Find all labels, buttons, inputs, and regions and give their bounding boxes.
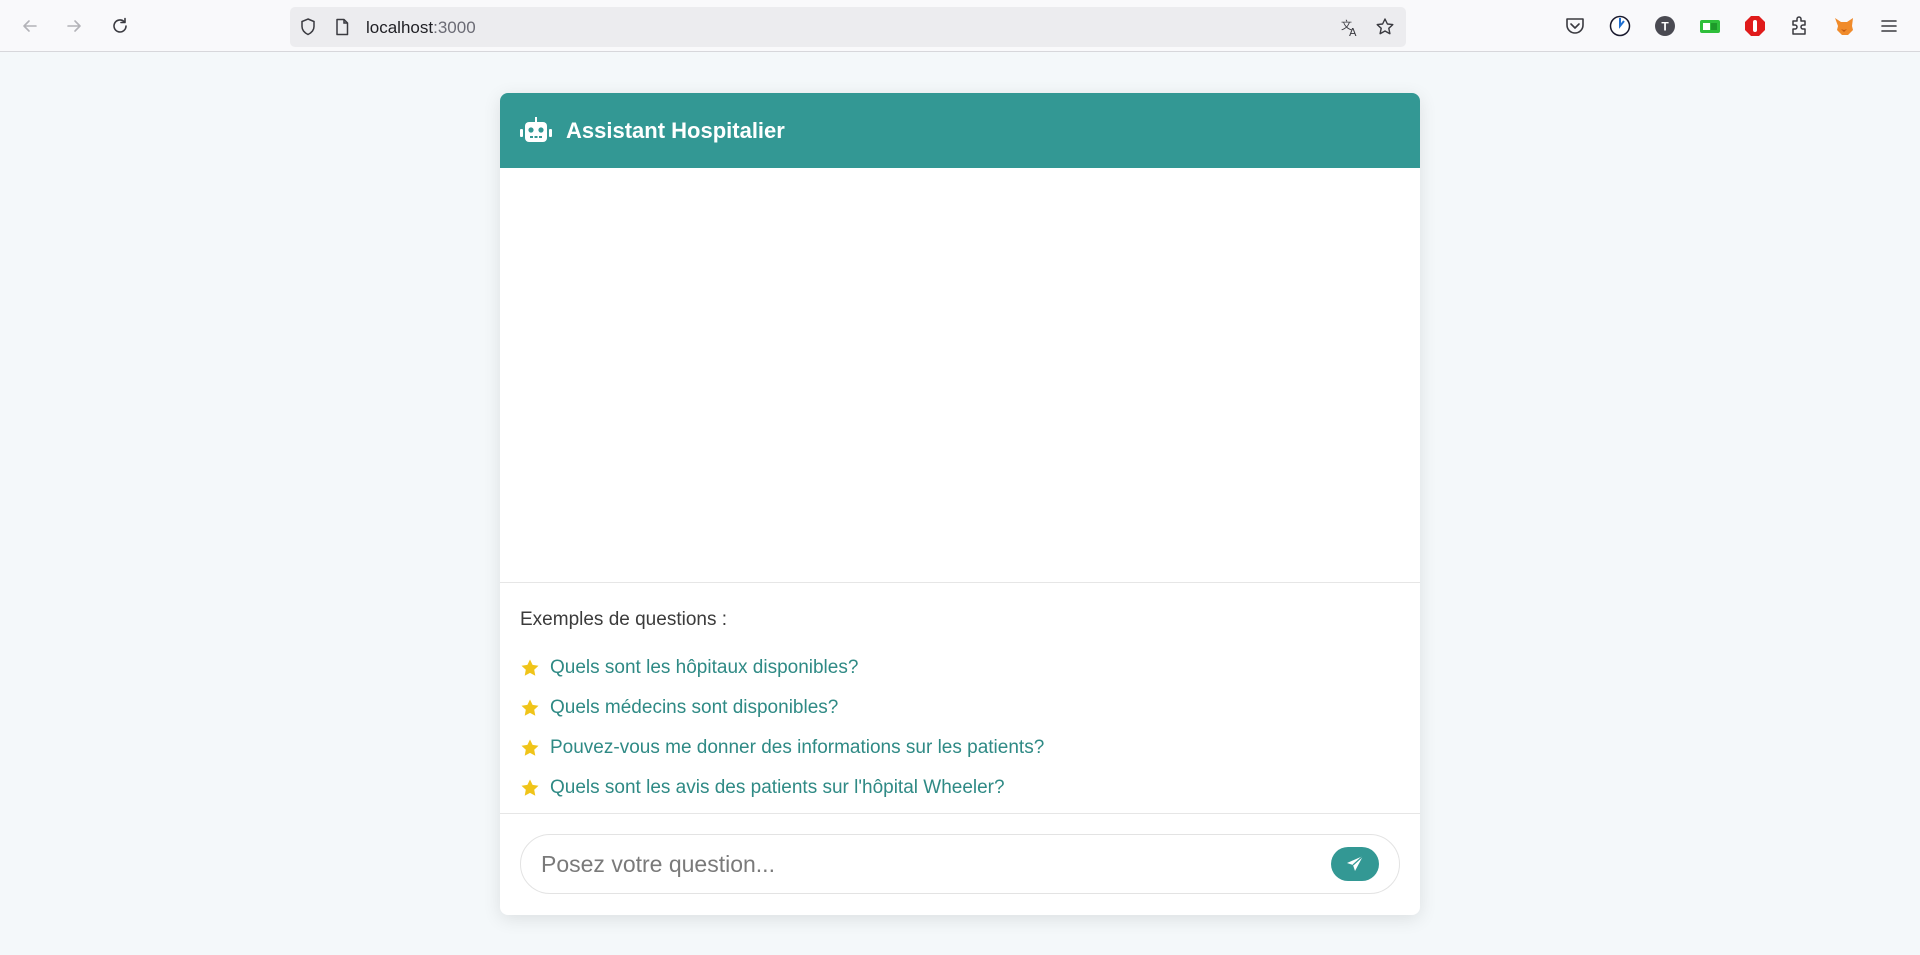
example-question-text: Quels médecins sont disponibles? (550, 697, 839, 718)
example-question[interactable]: Quels médecins sont disponibles? (520, 688, 1400, 728)
fox-extension-button[interactable] (1832, 14, 1856, 38)
example-question[interactable]: Pouvez-vous me donner des informations s… (520, 728, 1400, 768)
address-bar[interactable]: localhost:3000 文A (290, 7, 1406, 47)
examples-title: Exemples de questions : (520, 609, 728, 630)
green-extension-button[interactable] (1698, 14, 1722, 38)
menu-icon (1881, 20, 1897, 32)
input-area (500, 814, 1420, 914)
menu-button[interactable] (1877, 14, 1901, 38)
question-input-wrapper (520, 834, 1400, 894)
forward-icon (67, 20, 81, 32)
browser-toolbar: localhost:3000 文A T (0, 0, 1920, 52)
puzzle-extensions-icon (1792, 16, 1806, 35)
stop-extension-icon (1745, 16, 1765, 36)
translate-icon[interactable]: 文A (1340, 17, 1360, 37)
reload-button[interactable] (104, 10, 136, 42)
example-question-text: Pouvez-vous me donner des informations s… (550, 737, 1045, 758)
example-questions: Exemples de questions : Quels sont les h… (500, 583, 1420, 814)
star-icon (521, 779, 539, 796)
back-button[interactable] (14, 10, 46, 42)
url-port: :3000 (433, 18, 476, 37)
timer-extension-button[interactable] (1608, 14, 1632, 38)
svg-text:A: A (1349, 26, 1357, 37)
question-input[interactable] (541, 835, 1321, 893)
url-host: localhost (366, 18, 434, 37)
back-icon (23, 20, 37, 32)
pocket-button[interactable] (1563, 14, 1587, 38)
t-extension-button[interactable]: T (1653, 14, 1677, 38)
t-extension-icon: T (1655, 16, 1675, 36)
example-question-text: Quels sont les hôpitaux disponibles? (550, 657, 859, 678)
bookmark-star-icon[interactable] (1375, 17, 1395, 37)
extensions-button[interactable] (1787, 14, 1811, 38)
send-button[interactable] (1331, 847, 1379, 881)
svg-text:T: T (1661, 20, 1669, 34)
chat-header: Assistant Hospitalier (500, 93, 1420, 168)
example-question-text: Quels sont les avis des patients sur l'h… (550, 777, 1005, 798)
pocket-icon (1566, 18, 1584, 34)
robot-icon (520, 116, 552, 142)
messages-area[interactable] (500, 168, 1420, 583)
forward-button[interactable] (58, 10, 90, 42)
url-text[interactable]: localhost:3000 (366, 18, 476, 38)
star-icon (521, 739, 539, 756)
green-extension-icon (1700, 20, 1720, 33)
page-icon[interactable] (332, 17, 352, 37)
paper-plane-icon (1347, 855, 1364, 871)
example-question[interactable]: Quels sont les hôpitaux disponibles? (520, 648, 1400, 688)
star-icon (521, 699, 539, 716)
chat-window: Assistant Hospitalier Exemples de questi… (500, 93, 1420, 915)
shield-icon[interactable] (298, 17, 318, 37)
example-question[interactable]: Quels sont les avis des patients sur l'h… (520, 768, 1400, 808)
timer-extension-icon (1609, 15, 1631, 37)
star-icon (521, 659, 539, 676)
reload-icon (113, 17, 127, 33)
chat-title: Assistant Hospitalier (566, 117, 785, 143)
stop-extension-button[interactable] (1743, 14, 1767, 38)
fox-extension-icon (1835, 18, 1853, 35)
